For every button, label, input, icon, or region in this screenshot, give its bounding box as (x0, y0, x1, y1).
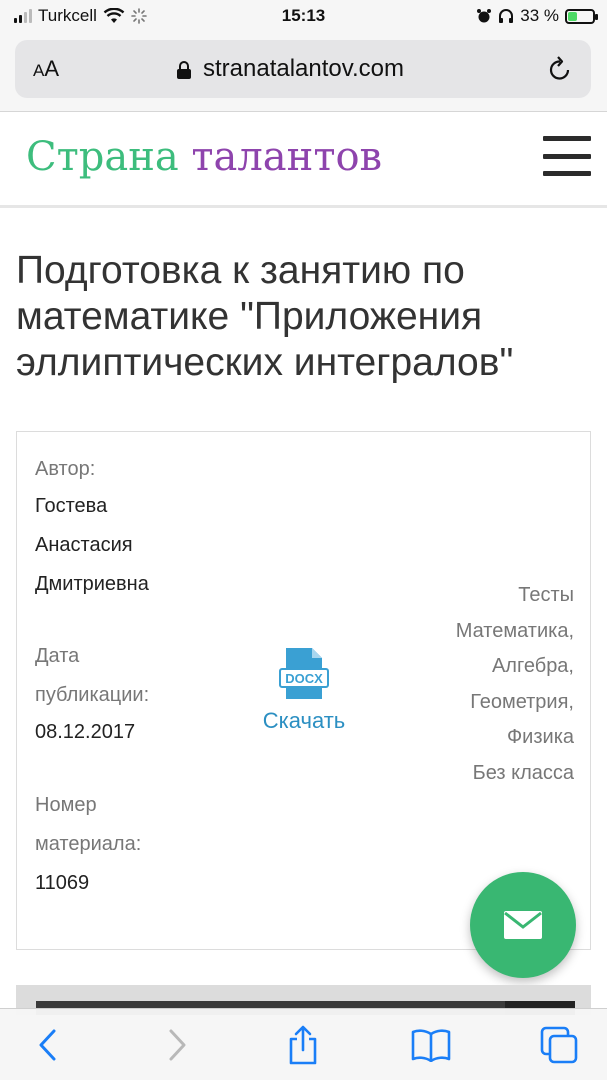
tag-item[interactable]: Тесты (456, 578, 574, 614)
back-button[interactable] (26, 1025, 70, 1065)
number-value: 11069 (35, 872, 90, 894)
page-title: Подготовка к занятию по математике "Прил… (16, 249, 514, 384)
url-text: stranatalantov.com (203, 55, 404, 82)
date-label-line-1: Дата (35, 645, 80, 667)
tag-item[interactable]: Физика (456, 720, 574, 756)
number-label-line-1: Номер (35, 794, 97, 816)
author-line-2: Анастасия (35, 534, 133, 556)
logo-part-2: талантов (191, 134, 383, 180)
battery-percent: 33 % (520, 6, 559, 25)
docx-file-label: DOCX (285, 671, 323, 686)
reload-icon[interactable] (547, 55, 573, 83)
docx-file-icon: DOCX (279, 648, 329, 699)
bookmarks-button[interactable] (409, 1025, 453, 1065)
tabs-button[interactable] (537, 1025, 581, 1065)
status-bar: Turkcell 15:13 33 % (0, 0, 607, 34)
download-link[interactable]: DOCX Скачать (255, 647, 353, 734)
battery-level (568, 11, 577, 21)
tag-item[interactable]: Геометрия, (456, 685, 574, 721)
headphones-icon (499, 9, 514, 23)
author-label: Автор: (35, 458, 96, 480)
text-size-button[interactable]: AA (33, 56, 59, 82)
date-label-line-2: публикации: (35, 684, 150, 706)
alarm-icon (477, 9, 492, 23)
share-button[interactable] (281, 1025, 325, 1065)
contact-mail-button[interactable] (470, 872, 576, 978)
browser-toolbar-bottom (0, 1008, 607, 1080)
browser-toolbar-top: AA stranatalantov.com (0, 34, 607, 112)
site-header: Страна талантов (0, 112, 607, 208)
forward-button[interactable] (155, 1025, 199, 1065)
lock-icon (177, 61, 191, 79)
battery-icon (565, 8, 598, 24)
logo-part-1: Страна (26, 134, 179, 180)
date-value: 08.12.2017 (35, 721, 136, 743)
chevron-right-icon (169, 1029, 186, 1061)
chevron-left-icon (39, 1029, 56, 1061)
tag-item[interactable]: Математика, (456, 614, 574, 650)
tag-item[interactable]: Алгебра, (456, 649, 574, 685)
text-size-label: A (44, 56, 60, 81)
share-icon (289, 1025, 317, 1065)
tabs-icon (540, 1026, 578, 1064)
hamburger-menu-icon[interactable] (543, 136, 591, 176)
tag-item[interactable]: Без класса (456, 756, 574, 792)
material-info-card: Автор: Гостева Анастасия Дмитриевна Дата… (16, 431, 591, 950)
site-logo[interactable]: Страна талантов (26, 134, 382, 180)
author-line-3: Дмитриевна (35, 573, 149, 595)
author-line-1: Гостева (35, 495, 108, 517)
mail-icon (504, 911, 542, 939)
tag-list: Тесты Математика, Алгебра, Геометрия, Фи… (456, 578, 574, 792)
book-icon (411, 1029, 451, 1062)
number-label-line-2: материала: (35, 833, 142, 855)
address-bar[interactable]: AA stranatalantov.com (15, 40, 591, 98)
status-right: 33 % (476, 6, 598, 26)
download-label: Скачать (262, 708, 346, 733)
